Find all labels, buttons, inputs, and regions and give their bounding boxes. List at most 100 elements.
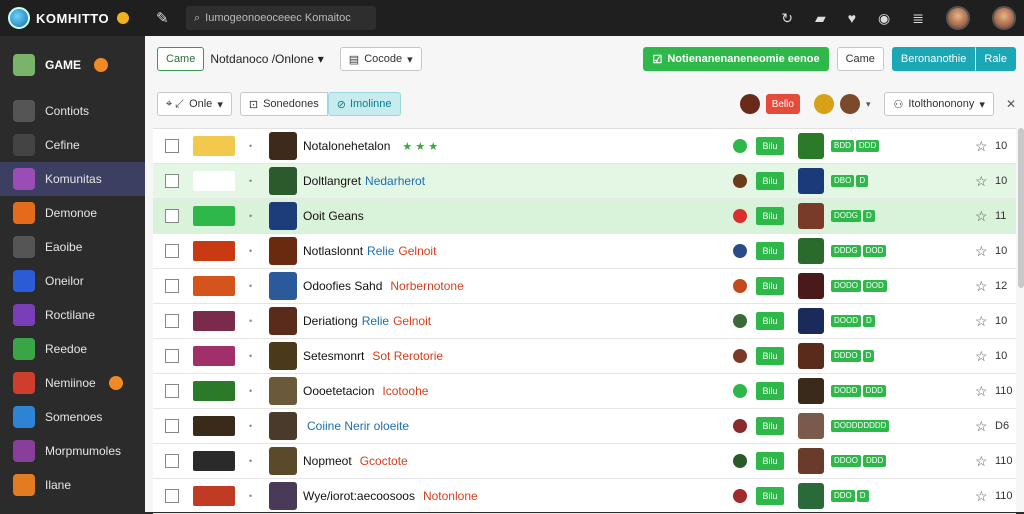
row-checkbox[interactable]: [165, 489, 179, 503]
tag-pill: DODD: [831, 385, 861, 397]
row-checkbox[interactable]: [165, 314, 179, 328]
row-title-tag: Gelnoit: [398, 244, 437, 258]
settings-icon[interactable]: ◉: [878, 10, 890, 27]
row-title[interactable]: Oooetetacion Icotoohe: [303, 384, 703, 398]
favorite-star-icon[interactable]: ☆: [975, 453, 988, 470]
edit-icon[interactable]: ✎: [156, 9, 186, 27]
sidebar-item-6[interactable]: Oneilor: [0, 264, 145, 298]
favorite-star-icon[interactable]: ☆: [975, 278, 988, 295]
table-row[interactable]: • Odoofies Sahd Norbernotone Bilu DODO DOD ☆ 12: [153, 269, 1016, 304]
sidebar-item-0[interactable]: GAME: [0, 36, 145, 94]
favorite-star-icon[interactable]: ☆: [975, 488, 988, 505]
price-badge: Bilu: [756, 487, 784, 505]
row-thumbnail: [193, 276, 235, 296]
row-checkbox[interactable]: [165, 244, 179, 258]
chip-avatar-2[interactable]: [839, 94, 860, 114]
row-title-main: Odoofies Sahd: [303, 279, 383, 293]
row-title[interactable]: Doltlangret Nedarherot: [303, 174, 703, 188]
row-title[interactable]: Odoofies Sahd Norbernotone: [303, 279, 703, 293]
row-count: 110: [995, 455, 1013, 467]
right-dropdown[interactable]: ⚇ Itolthononony ▾: [884, 92, 994, 116]
price-badge: Bilu: [756, 417, 784, 435]
top-bar: KOMHITTO ✎ ⌕ Iumogeonoeoceeec Komaitoc ↻…: [0, 0, 1024, 36]
list-icon[interactable]: ≣: [912, 10, 924, 27]
code-dropdown[interactable]: ▤ Cocode ▾: [339, 47, 422, 71]
favorite-star-icon[interactable]: ☆: [975, 173, 988, 190]
row-title[interactable]: Ooit Geans: [303, 209, 703, 223]
row-checkbox[interactable]: [165, 384, 179, 398]
teal-secondary-button[interactable]: Rale: [975, 47, 1016, 71]
sort-button[interactable]: ⊡ Sonedones: [239, 92, 328, 116]
status-dropdown[interactable]: Notdanoco /Onlone ▾: [210, 52, 323, 66]
app-logo[interactable]: KOMHITTO: [0, 7, 150, 29]
row-title[interactable]: Notlaslonnt Relie Gelnoit: [303, 244, 703, 258]
favorite-star-icon[interactable]: ☆: [975, 383, 988, 400]
row-checkbox[interactable]: [165, 209, 179, 223]
sidebar-item-8[interactable]: Reedoe: [0, 332, 145, 366]
row-title[interactable]: Wye/iorot:aecoosoos Notonlone: [303, 489, 703, 503]
filter-dropdown[interactable]: ⌖ ↙ Onle ▾: [157, 92, 232, 116]
favorite-star-icon[interactable]: ☆: [975, 348, 988, 365]
row-checkbox[interactable]: [165, 419, 179, 433]
table-row[interactable]: • Notalonehetalon ★ ★ ★ Bilu BDD DDD ☆ 10: [153, 129, 1016, 164]
sidebar-item-2[interactable]: Cefine: [0, 128, 145, 162]
refresh-icon[interactable]: ↻: [781, 10, 793, 27]
notification-avatar[interactable]: [946, 6, 970, 30]
table-row[interactable]: • Oooetetacion Icotoohe Bilu DODD DDD ☆ 110: [153, 374, 1016, 409]
chevron-down-icon[interactable]: ▾: [866, 99, 871, 110]
row-title[interactable]: Deriationg Relie Gelnoit: [303, 314, 703, 328]
table-row[interactable]: • Wye/iorot:aecoosoos Notonlone Bilu DDO D ☆ 11…: [153, 479, 1016, 514]
row-title[interactable]: Nopmeot Gcoctote: [303, 454, 703, 468]
table-row[interactable]: • Coiine Nerir oloeite Bilu DODDDDDDD ☆ D6: [153, 409, 1016, 444]
bag-icon[interactable]: ▰: [815, 10, 826, 27]
table-row[interactable]: • Deriationg Relie Gelnoit Bilu DOOD D ☆ 10: [153, 304, 1016, 339]
row-checkbox[interactable]: [165, 139, 179, 153]
search-input[interactable]: ⌕ Iumogeonoeoceeec Komaitoc: [186, 6, 376, 30]
sidebar-item-9[interactable]: Nemiinoe: [0, 366, 145, 400]
row-title-main: Deriationg: [303, 314, 358, 328]
sidebar-item-1[interactable]: Contiots: [0, 94, 145, 128]
favorite-star-icon[interactable]: ☆: [975, 243, 988, 260]
sidebar-item-5[interactable]: Eaoibe: [0, 230, 145, 264]
favorite-star-icon[interactable]: ☆: [975, 138, 988, 155]
favorite-star-icon[interactable]: ☆: [975, 208, 988, 225]
chip-avatar[interactable]: [739, 94, 760, 114]
row-title[interactable]: Notalonehetalon ★ ★ ★: [303, 139, 703, 153]
teal-action-button[interactable]: Beronanothie: [891, 47, 976, 71]
user-avatar[interactable]: [992, 6, 1016, 30]
row-checkbox[interactable]: [165, 349, 179, 363]
favorite-star-icon[interactable]: ☆: [975, 313, 988, 330]
status-dropdown-label: Notdanoco /Onlone: [210, 52, 314, 66]
row-thumbnail: [193, 346, 235, 366]
secondary-art: [798, 483, 824, 509]
table-row[interactable]: • Doltlangret Nedarherot Bilu DBO D ☆ 10: [153, 164, 1016, 199]
row-checkbox[interactable]: [165, 454, 179, 468]
heart-icon[interactable]: ♥: [848, 10, 856, 26]
secondary-art: [798, 308, 824, 334]
sidebar-item-4[interactable]: Demonoe: [0, 196, 145, 230]
coin-chip-icon[interactable]: [813, 94, 834, 114]
row-title[interactable]: Setesmonrt Sot Rerotorie: [303, 349, 703, 363]
row-checkbox[interactable]: [165, 279, 179, 293]
sidebar-item-7[interactable]: Roctilane: [0, 298, 145, 332]
red-chip[interactable]: Bello: [765, 94, 800, 114]
scrollbar[interactable]: [1018, 128, 1024, 288]
came-plain-button[interactable]: Came: [836, 47, 884, 71]
table-row[interactable]: • Nopmeot Gcoctote Bilu DDOO DDD ☆ 110: [153, 444, 1016, 479]
table-row[interactable]: • Setesmonrt Sot Rerotorie Bilu DDDO D ☆ 10: [153, 339, 1016, 374]
tag-label: Imolinne: [349, 98, 392, 110]
row-checkbox[interactable]: [165, 174, 179, 188]
active-tag[interactable]: ⊘ Imolinne: [327, 92, 401, 116]
table-row[interactable]: • Ooit Geans Bilu DODG D ☆ 11: [153, 199, 1016, 234]
row-title[interactable]: Coiine Nerir oloeite: [303, 419, 703, 433]
table-row[interactable]: • Notlaslonnt Relie Gelnoit Bilu DDDG DOD ☆ 10: [153, 234, 1016, 269]
sidebar-item-3[interactable]: Komunitas: [0, 162, 145, 196]
row-title-main: Notalonehetalon: [303, 139, 391, 153]
sidebar-item-10[interactable]: Somenoes: [0, 400, 145, 434]
favorite-star-icon[interactable]: ☆: [975, 418, 988, 435]
sidebar-item-12[interactable]: Ilane: [0, 468, 145, 502]
close-icon[interactable]: ✕: [1006, 97, 1016, 111]
came-button[interactable]: Came: [157, 47, 205, 71]
sidebar-item-11[interactable]: Morpmumoles: [0, 434, 145, 468]
primary-action-button[interactable]: ☑ Notienanenaneneomie eenoe: [643, 47, 829, 71]
